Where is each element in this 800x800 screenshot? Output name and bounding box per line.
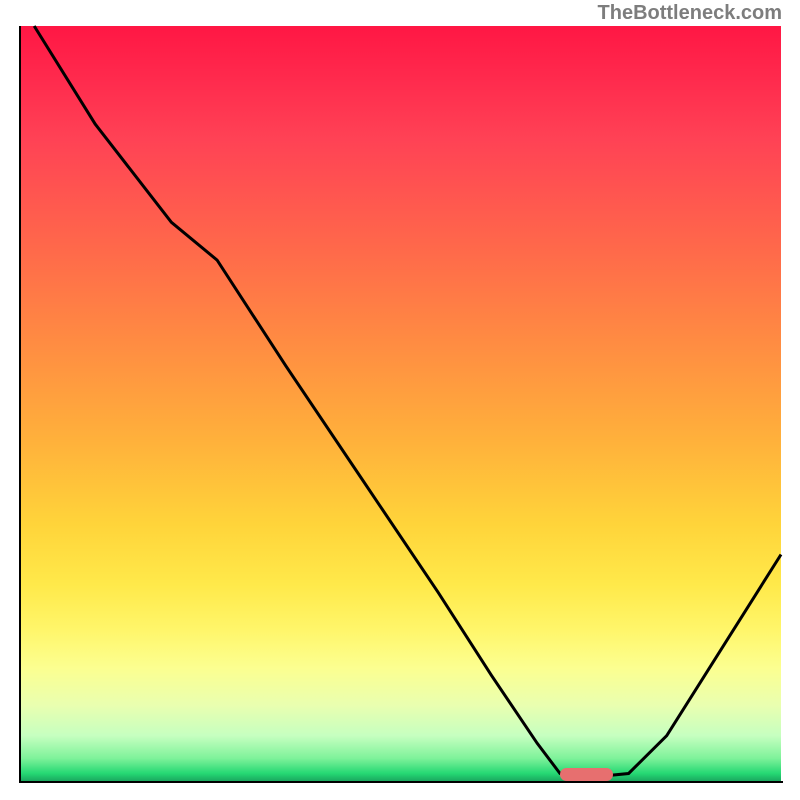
bottleneck-curve — [19, 26, 781, 781]
highlight-marker — [560, 768, 613, 781]
watermark-text: TheBottleneck.com — [598, 2, 782, 25]
